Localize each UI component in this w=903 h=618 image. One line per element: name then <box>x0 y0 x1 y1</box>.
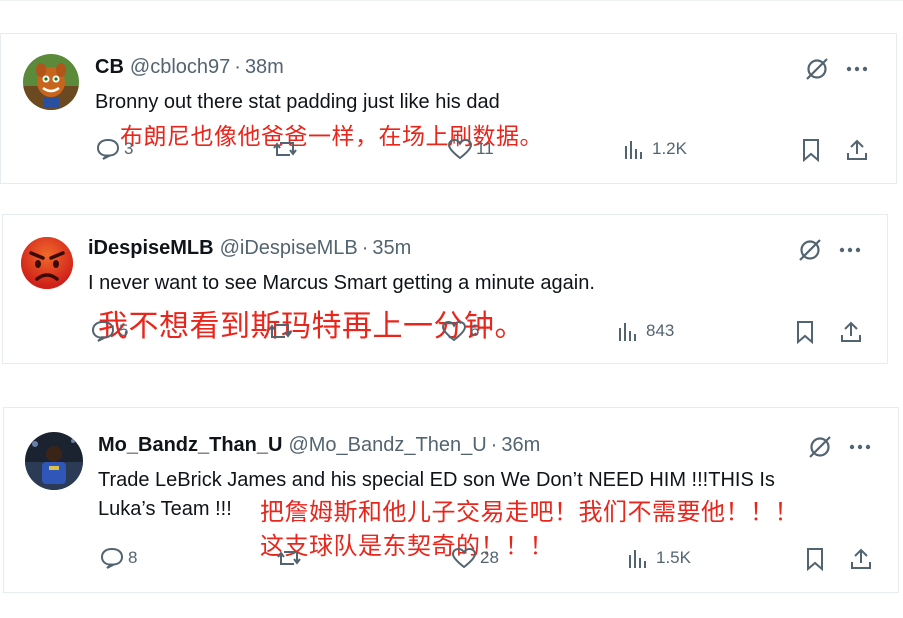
reply-count: 3 <box>124 139 134 158</box>
heart-icon <box>447 138 473 160</box>
translation-overlay: 把詹姆斯和他儿子交易走吧！我们不需要他！！！ <box>260 498 799 526</box>
more-options-button[interactable] <box>837 237 863 268</box>
bookmark-icon <box>803 139 819 163</box>
slashed-circle-icon <box>799 239 821 261</box>
reply-count: 5 <box>119 321 129 340</box>
share-upload-icon <box>847 139 867 160</box>
display-name[interactable]: CB <box>95 56 124 79</box>
speech-bubble-icon <box>91 320 115 342</box>
repost-button[interactable] <box>276 546 305 570</box>
view-count: 1.5K <box>656 548 691 567</box>
avatar[interactable] <box>23 54 79 110</box>
heart-icon <box>451 547 477 569</box>
repost-arrows-icon <box>268 324 292 338</box>
bookmark-button[interactable] <box>803 547 827 576</box>
view-count: 1.2K <box>652 139 687 158</box>
timestamp[interactable]: 36m <box>501 434 540 457</box>
bookmark-button[interactable] <box>793 320 817 349</box>
like-count: 11 <box>476 139 494 158</box>
tweet-text-line: Trade LeBrick James and his special ED s… <box>98 469 775 491</box>
like-count: 6 <box>470 321 480 340</box>
speech-bubble-icon <box>96 138 120 160</box>
bookmark-button[interactable] <box>799 138 823 167</box>
display-name[interactable]: Mo_Bandz_Than_U <box>98 434 282 457</box>
reply-button[interactable]: 5 <box>90 319 128 343</box>
view-count: 843 <box>646 321 675 340</box>
ellipsis-icon <box>846 66 868 72</box>
heart-icon <box>441 320 467 342</box>
views-button[interactable]: 1.2K <box>623 137 687 161</box>
user-handle[interactable]: @Mo_Bandz_Then_U <box>288 434 486 457</box>
user-handle[interactable]: @cbloch97 <box>130 56 230 79</box>
tweet-card[interactable]: iDespiseMLB @iDespiseMLB · 35m I never w… <box>2 214 888 364</box>
top-divider <box>0 0 903 1</box>
separator: · <box>361 237 369 259</box>
share-button[interactable] <box>845 138 869 167</box>
more-options-button[interactable] <box>844 56 870 87</box>
bookmark-icon <box>797 321 813 345</box>
bar-chart-icon <box>619 323 636 341</box>
ellipsis-icon <box>839 247 861 253</box>
reply-button[interactable]: 8 <box>99 546 137 570</box>
grok-button[interactable] <box>804 56 830 87</box>
views-button[interactable]: 843 <box>617 319 674 343</box>
bar-chart-icon <box>629 550 646 568</box>
like-button[interactable]: 28 <box>451 546 499 570</box>
share-button[interactable] <box>839 320 863 349</box>
avatar[interactable] <box>25 432 83 490</box>
reply-count: 8 <box>128 548 138 567</box>
share-button[interactable] <box>849 547 873 576</box>
views-button[interactable]: 1.5K <box>627 546 691 570</box>
like-button[interactable]: 11 <box>447 137 494 161</box>
repost-arrows-icon <box>273 142 297 156</box>
grok-button[interactable] <box>807 434 833 465</box>
share-upload-icon <box>841 321 861 342</box>
more-options-button[interactable] <box>847 434 873 465</box>
ellipsis-icon <box>849 444 871 450</box>
slashed-circle-icon <box>809 436 831 458</box>
separator: · <box>490 434 498 456</box>
speech-bubble-icon <box>100 547 124 569</box>
repost-button[interactable] <box>272 137 301 161</box>
timestamp[interactable]: 35m <box>372 237 411 260</box>
like-count: 28 <box>480 548 499 567</box>
bar-chart-icon <box>625 141 642 159</box>
separator: · <box>234 56 241 78</box>
bookmark-icon <box>807 548 823 572</box>
tweet-text-line: Luka’s Team !!! <box>98 498 232 520</box>
grok-button[interactable] <box>797 237 823 268</box>
like-button[interactable]: 6 <box>441 319 479 343</box>
tweet-text: I never want to see Marcus Smart getting… <box>88 272 595 294</box>
timestamp[interactable]: 38m <box>245 56 284 79</box>
slashed-circle-icon <box>806 58 828 80</box>
reply-button[interactable]: 3 <box>95 137 133 161</box>
user-handle[interactable]: @iDespiseMLB <box>220 237 358 260</box>
repost-button[interactable] <box>267 319 296 343</box>
tweet-card[interactable]: Mo_Bandz_Than_U @Mo_Bandz_Then_U · 36m T… <box>3 407 899 593</box>
avatar[interactable] <box>19 235 75 291</box>
tweet-card[interactable]: CB @cbloch97 · 38m Bronny out there stat… <box>0 33 897 184</box>
tweet-text: Bronny out there stat padding just like … <box>95 91 500 113</box>
repost-arrows-icon <box>277 551 301 565</box>
display-name[interactable]: iDespiseMLB <box>88 237 214 260</box>
share-upload-icon <box>851 548 871 569</box>
